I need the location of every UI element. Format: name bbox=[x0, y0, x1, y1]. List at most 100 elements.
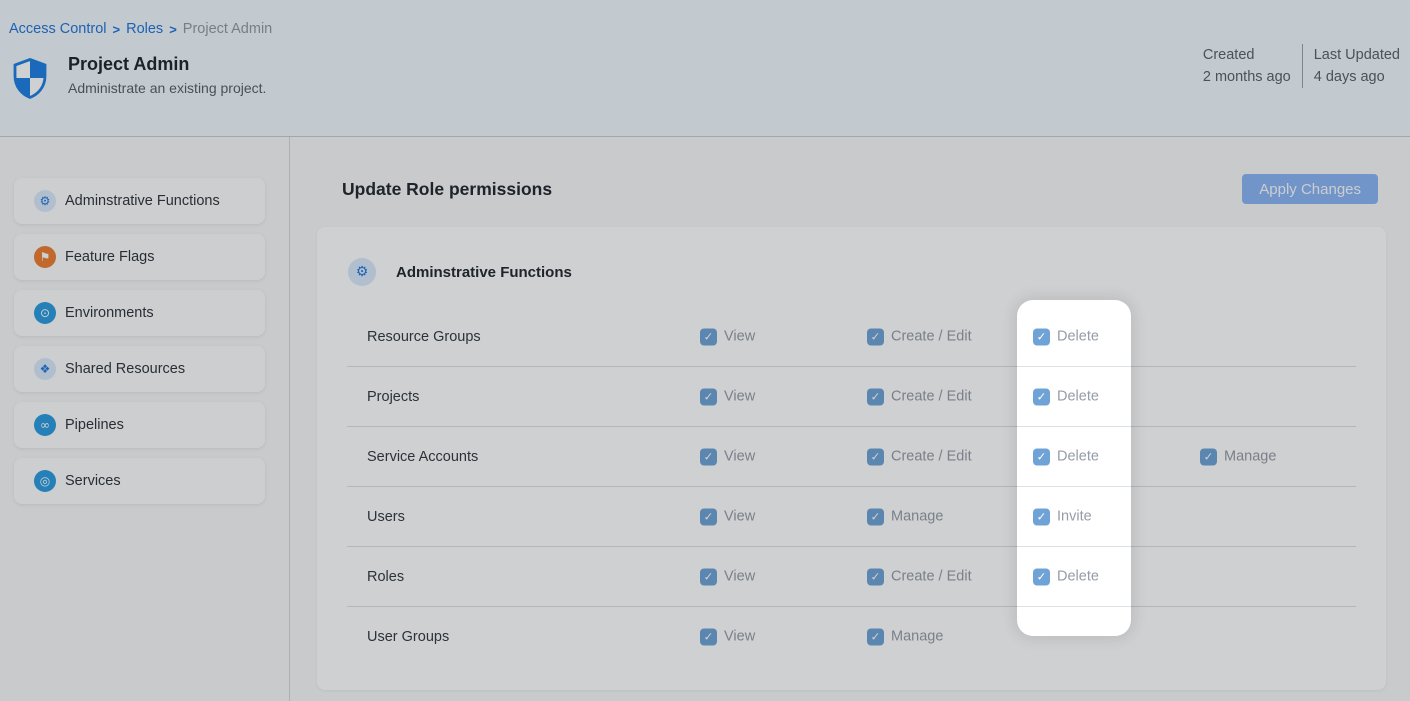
meta-divider bbox=[1302, 44, 1303, 88]
checkbox-checked-icon[interactable]: ✓ bbox=[1033, 508, 1050, 525]
checkbox-checked-icon[interactable]: ✓ bbox=[1033, 328, 1050, 345]
permission-delete: ✓ Delete bbox=[1033, 448, 1099, 465]
services-icon: ◎ bbox=[34, 470, 56, 492]
permission-label: Invite bbox=[1057, 509, 1092, 525]
resource-name: Projects bbox=[367, 389, 419, 405]
breadcrumb-link-roles[interactable]: Roles bbox=[126, 21, 163, 37]
checkbox-checked-icon[interactable]: ✓ bbox=[700, 328, 717, 345]
permission-label: Delete bbox=[1057, 449, 1099, 465]
gear-icon: ⚙ bbox=[34, 190, 56, 212]
last-updated-block: Last Updated 4 days ago bbox=[1314, 44, 1400, 88]
breadcrumb: Access Control > Roles > Project Admin bbox=[9, 21, 272, 37]
permission-label: View bbox=[724, 569, 755, 585]
checkbox-checked-icon[interactable]: ✓ bbox=[1033, 448, 1050, 465]
permission-label: Delete bbox=[1057, 329, 1099, 345]
page-header: Access Control > Roles > Project Admin P… bbox=[0, 0, 1410, 137]
checkbox-checked-icon[interactable]: ✓ bbox=[700, 448, 717, 465]
chevron-right-icon: > bbox=[169, 22, 177, 37]
resource-name: Service Accounts bbox=[367, 449, 478, 465]
sidebar-item-label: Shared Resources bbox=[65, 361, 185, 377]
sidebar-item-label: Services bbox=[65, 473, 121, 489]
role-title-block: Project Admin Administrate an existing p… bbox=[68, 53, 266, 96]
shared-resources-icon: ❖ bbox=[34, 358, 56, 380]
permission-delete: ✓ Delete bbox=[1033, 328, 1099, 345]
sidebar: ⚙ Adminstrative Functions ⚑ Feature Flags ⊙ E… bbox=[0, 137, 290, 701]
table-row-resource-groups: Resource Groups✓View✓Create / Edit✓Delet… bbox=[347, 307, 1356, 367]
sidebar-item-services[interactable]: ◎ Services bbox=[14, 458, 265, 504]
permission-view: ✓ View bbox=[700, 628, 755, 645]
main-toolbar: Update Role permissions Apply Changes bbox=[342, 174, 1378, 204]
resource-name: Users bbox=[367, 509, 405, 525]
permission-view: ✓ View bbox=[700, 328, 755, 345]
permission-label: Create / Edit bbox=[891, 329, 972, 345]
permission-label: View bbox=[724, 629, 755, 645]
checkbox-checked-icon[interactable]: ✓ bbox=[700, 628, 717, 645]
permission-delete: ✓Delete bbox=[1033, 388, 1099, 405]
permission-manage: ✓Manage bbox=[1200, 448, 1276, 465]
role-shield-icon bbox=[13, 58, 47, 99]
checkbox-checked-icon[interactable]: ✓ bbox=[867, 568, 884, 585]
permission-view: ✓View bbox=[700, 388, 755, 405]
permission-manage: ✓ Manage bbox=[867, 508, 943, 525]
sidebar-item-pipelines[interactable]: ∞ Pipelines bbox=[14, 402, 265, 448]
page: Access Control > Roles > Project Admin P… bbox=[0, 0, 1410, 701]
resource-name: User Groups bbox=[367, 629, 449, 645]
permission-label: Manage bbox=[891, 509, 943, 525]
last-updated-label: Last Updated bbox=[1314, 44, 1400, 66]
sidebar-item-feature-flags[interactable]: ⚑ Feature Flags bbox=[14, 234, 265, 280]
breadcrumb-current: Project Admin bbox=[183, 21, 272, 37]
checkbox-checked-icon[interactable]: ✓ bbox=[1033, 568, 1050, 585]
checkbox-checked-icon[interactable]: ✓ bbox=[867, 628, 884, 645]
permission-create-edit: ✓ Create / Edit bbox=[867, 448, 972, 465]
environments-icon: ⊙ bbox=[34, 302, 56, 324]
breadcrumb-link-access-control[interactable]: Access Control bbox=[9, 21, 107, 37]
main-content: Update Role permissions Apply Changes ⚙ … bbox=[290, 137, 1410, 701]
checkbox-checked-icon[interactable]: ✓ bbox=[1200, 448, 1217, 465]
card-header: ⚙ Adminstrative Functions bbox=[348, 258, 572, 286]
checkbox-checked-icon[interactable]: ✓ bbox=[867, 508, 884, 525]
flag-icon: ⚑ bbox=[34, 246, 56, 268]
permission-create-edit: ✓Create / Edit bbox=[867, 388, 972, 405]
permission-delete: ✓Delete bbox=[1033, 568, 1099, 585]
permission-invite: ✓ Invite bbox=[1033, 508, 1092, 525]
created-label: Created bbox=[1203, 44, 1291, 66]
permission-label: Manage bbox=[891, 629, 943, 645]
checkbox-checked-icon[interactable]: ✓ bbox=[1033, 388, 1050, 405]
table-row-users: Users ✓ View ✓ Manage ✓ Invite bbox=[347, 487, 1356, 547]
role-meta: Created 2 months ago Last Updated 4 days… bbox=[1203, 44, 1400, 88]
sidebar-item-label: Adminstrative Functions bbox=[65, 193, 220, 209]
permission-label: View bbox=[724, 329, 755, 345]
table-row-user-groups: User Groups ✓ View ✓ Manage bbox=[347, 607, 1356, 666]
permission-label: Create / Edit bbox=[891, 449, 972, 465]
resource-name: Roles bbox=[367, 569, 404, 585]
checkbox-checked-icon[interactable]: ✓ bbox=[700, 508, 717, 525]
gear-icon: ⚙ bbox=[348, 258, 376, 286]
checkbox-checked-icon[interactable]: ✓ bbox=[867, 388, 884, 405]
permission-create-edit: ✓ Create / Edit bbox=[867, 328, 972, 345]
sidebar-item-label: Pipelines bbox=[65, 417, 124, 433]
page-title: Project Admin bbox=[68, 53, 266, 75]
permission-manage: ✓ Manage bbox=[867, 628, 943, 645]
permission-label: View bbox=[724, 509, 755, 525]
sidebar-item-label: Feature Flags bbox=[65, 249, 154, 265]
apply-changes-button[interactable]: Apply Changes bbox=[1242, 174, 1378, 204]
sidebar-item-label: Environments bbox=[65, 305, 154, 321]
permission-label: Create / Edit bbox=[891, 569, 972, 585]
permission-label: View bbox=[724, 449, 755, 465]
permissions-card: ⚙ Adminstrative Functions Resource Group… bbox=[317, 227, 1386, 690]
permission-create-edit: ✓ Create / Edit bbox=[867, 568, 972, 585]
checkbox-checked-icon[interactable]: ✓ bbox=[867, 448, 884, 465]
checkbox-checked-icon[interactable]: ✓ bbox=[700, 388, 717, 405]
permissions-table: Resource Groups✓View✓Create / Edit✓Delet… bbox=[347, 307, 1356, 666]
sidebar-item-environments[interactable]: ⊙ Environments bbox=[14, 290, 265, 336]
table-row-projects: Projects ✓View ✓Create / Edit ✓Delete bbox=[347, 367, 1356, 427]
sidebar-item-shared-resources[interactable]: ❖ Shared Resources bbox=[14, 346, 265, 392]
last-updated-value: 4 days ago bbox=[1314, 66, 1400, 88]
sidebar-item-adminstrative-functions[interactable]: ⚙ Adminstrative Functions bbox=[14, 178, 265, 224]
checkbox-checked-icon[interactable]: ✓ bbox=[867, 328, 884, 345]
pipelines-icon: ∞ bbox=[34, 414, 56, 436]
permission-view: ✓ View bbox=[700, 448, 755, 465]
created-value: 2 months ago bbox=[1203, 66, 1291, 88]
checkbox-checked-icon[interactable]: ✓ bbox=[700, 568, 717, 585]
page-subtitle: Administrate an existing project. bbox=[68, 80, 266, 96]
